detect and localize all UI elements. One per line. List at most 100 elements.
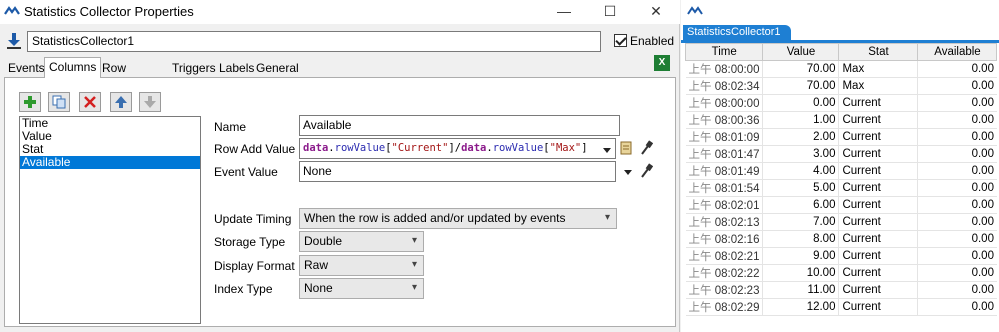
row-add-dropdown-arrow-icon[interactable] [603, 148, 611, 153]
index-type-label: Index Type [214, 282, 273, 296]
column-name-input[interactable]: Available [299, 115, 620, 136]
code-token: rowValue [492, 142, 544, 154]
table-row[interactable]: 上午 08:01:49 4.00 Current 0.00 [685, 162, 997, 180]
cell-ampm: 上午 [688, 64, 712, 76]
enabled-checkbox[interactable] [614, 34, 627, 47]
name-label: Name [214, 120, 247, 134]
cell-ampm: 上午 [688, 98, 712, 110]
cell-ampm: 上午 [688, 234, 712, 246]
cell-available: 0.00 [917, 128, 997, 146]
cell-time: 上午 08:02:34 [685, 77, 763, 95]
cell-ampm: 上午 [688, 251, 712, 263]
event-value-dropdown-arrow-icon[interactable] [624, 170, 632, 175]
cell-stat: Current [838, 111, 918, 129]
cell-stat: Current [838, 162, 918, 180]
plus-icon [24, 96, 36, 108]
table-row[interactable]: 上午 08:02:22 10.00 Current 0.00 [685, 264, 997, 282]
cell-stat: Current [838, 281, 918, 299]
cell-value: 1.00 [762, 111, 839, 129]
tab-columns[interactable]: Columns [44, 57, 102, 78]
code-token: rowValue [334, 142, 386, 154]
window-title: Statistics Collector Properties [24, 4, 194, 19]
eyedropper-icon[interactable] [639, 163, 653, 179]
cell-time: 上午 08:00:00 [685, 60, 763, 78]
maximize-button[interactable]: ☐ [588, 0, 632, 22]
columns-list[interactable]: Time Value Stat Available [19, 116, 201, 324]
tab-general[interactable]: General [252, 59, 303, 77]
table-row[interactable]: 上午 08:02:21 9.00 Current 0.00 [685, 247, 997, 265]
cell-available: 0.00 [917, 77, 997, 95]
cell-time: 上午 08:02:01 [685, 196, 763, 214]
cell-stat: Max [838, 77, 918, 95]
table-row[interactable]: 上午 08:02:29 12.00 Current 0.00 [685, 298, 997, 316]
index-type-select[interactable]: None ▾ [299, 278, 424, 299]
tab-triggers[interactable]: Triggers [168, 59, 220, 77]
table-row[interactable]: 上午 08:02:34 70.00 Max 0.00 [685, 77, 997, 95]
cell-value: 4.00 [762, 162, 839, 180]
cell-available: 0.00 [917, 247, 997, 265]
column-header-time[interactable]: Time [684, 43, 764, 61]
display-format-value: Raw [304, 258, 329, 272]
cell-clock: 08:01:54 [714, 183, 760, 195]
cell-stat: Current [838, 128, 918, 146]
object-name-input[interactable]: StatisticsCollector1 [27, 31, 601, 52]
index-type-value: None [304, 281, 333, 295]
table-row[interactable]: 上午 08:02:16 8.00 Current 0.00 [685, 230, 997, 248]
display-format-label: Display Format [214, 259, 295, 273]
cell-ampm: 上午 [688, 115, 712, 127]
duplicate-column-button[interactable] [48, 92, 70, 112]
cell-value: 3.00 [762, 145, 839, 163]
cell-time: 上午 08:01:54 [685, 179, 763, 197]
column-header-stat[interactable]: Stat [838, 43, 919, 61]
cell-ampm: 上午 [688, 268, 712, 280]
tab-row-options[interactable]: Row Options [98, 59, 147, 89]
list-item[interactable]: Value [20, 130, 200, 143]
move-down-button[interactable] [139, 92, 161, 112]
table-row[interactable]: 上午 08:00:00 0.00 Current 0.00 [685, 94, 997, 112]
cell-clock: 08:02:16 [714, 234, 760, 246]
event-value-label: Event Value [214, 165, 278, 179]
storage-type-select[interactable]: Double ▾ [299, 231, 424, 252]
table-row[interactable]: 上午 08:02:01 6.00 Current 0.00 [685, 196, 997, 214]
cell-clock: 08:00:36 [714, 115, 760, 127]
arrow-down-icon [144, 96, 156, 108]
list-item-selected[interactable]: Available [20, 156, 200, 169]
cell-available: 0.00 [917, 264, 997, 282]
cell-ampm: 上午 [688, 200, 712, 212]
script-scroll-icon[interactable] [619, 140, 633, 156]
chevron-down-icon: ▾ [411, 235, 417, 246]
table-row[interactable]: 上午 08:01:54 5.00 Current 0.00 [685, 179, 997, 197]
update-timing-value: When the row is added and/or updated by … [304, 211, 566, 225]
row-add-value-field[interactable]: data.rowValue["Current"]/data.rowValue["… [299, 138, 616, 159]
event-value-field[interactable]: None [299, 161, 616, 182]
update-timing-select[interactable]: When the row is added and/or updated by … [299, 208, 617, 229]
enabled-toggle[interactable]: Enabled [614, 34, 674, 48]
add-column-button[interactable] [19, 92, 41, 112]
table-tab[interactable]: StatisticsCollector1 [683, 25, 791, 41]
eyedropper-icon[interactable] [639, 140, 653, 156]
column-header-available[interactable]: Available [917, 43, 998, 61]
cell-stat: Current [838, 264, 918, 282]
table-row[interactable]: 上午 08:02:13 7.00 Current 0.00 [685, 213, 997, 231]
table-view-window: StatisticsCollector1 Time Value Stat Ava… [681, 0, 999, 332]
table-row[interactable]: 上午 08:00:00 70.00 Max 0.00 [685, 60, 997, 78]
table-row[interactable]: 上午 08:01:47 3.00 Current 0.00 [685, 145, 997, 163]
excel-export-icon[interactable]: X [654, 55, 670, 71]
cell-available: 0.00 [917, 196, 997, 214]
table-row[interactable]: 上午 08:02:23 11.00 Current 0.00 [685, 281, 997, 299]
delete-column-button[interactable] [79, 92, 101, 112]
close-button[interactable]: ✕ [634, 0, 678, 22]
cell-time: 上午 08:01:47 [685, 145, 763, 163]
row-add-value-label: Row Add Value [214, 142, 296, 156]
table-row[interactable]: 上午 08:00:36 1.00 Current 0.00 [685, 111, 997, 129]
cell-time: 上午 08:01:49 [685, 162, 763, 180]
cell-value: 70.00 [762, 60, 839, 78]
minimize-button[interactable]: — [542, 0, 586, 22]
column-header-value[interactable]: Value [762, 43, 840, 61]
cell-value: 2.00 [762, 128, 839, 146]
table-row[interactable]: 上午 08:01:09 2.00 Current 0.00 [685, 128, 997, 146]
move-up-button[interactable] [110, 92, 132, 112]
tab-events[interactable]: Events [4, 59, 49, 77]
delete-x-icon [84, 96, 96, 108]
display-format-select[interactable]: Raw ▾ [299, 255, 424, 276]
